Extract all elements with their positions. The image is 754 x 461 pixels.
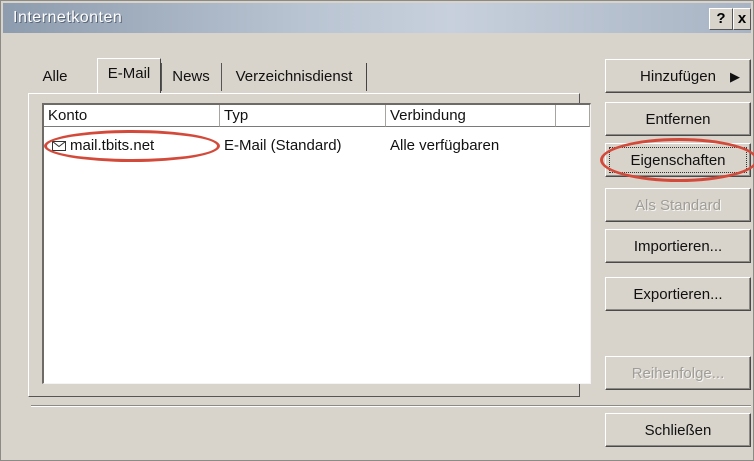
submenu-arrow-icon: ▶ — [730, 69, 740, 84]
set-default-button[interactable]: Als Standard — [605, 188, 751, 222]
internet-accounts-dialog: Internetkonten ? x Alle E-Mail News Verz… — [0, 0, 754, 461]
import-button[interactable]: Importieren... — [605, 229, 751, 263]
column-header-filler — [556, 105, 590, 127]
mail-account-icon — [52, 141, 66, 151]
tab-email[interactable]: E-Mail — [97, 58, 161, 93]
tab-verzeichnisdienst[interactable]: Verzeichnisdienst — [221, 63, 367, 91]
column-header-verbindung[interactable]: Verbindung — [386, 105, 556, 127]
account-type: E-Mail (Standard) — [224, 137, 342, 154]
window-title: Internetkonten — [13, 9, 123, 26]
column-header-konto[interactable]: Konto — [44, 105, 220, 127]
title-bar[interactable]: Internetkonten ? x — [3, 3, 751, 33]
tab-news[interactable]: News — [161, 63, 220, 91]
close-button[interactable]: Schließen — [605, 413, 751, 447]
account-connection: Alle verfügbaren — [390, 137, 500, 154]
add-button-label: Hinzufügen — [640, 68, 716, 85]
column-header-typ[interactable]: Typ — [220, 105, 386, 127]
close-window-button[interactable]: x — [733, 8, 751, 30]
order-button[interactable]: Reihenfolge... — [605, 356, 751, 390]
account-row[interactable]: mail.tbits.net E-Mail (Standard) Alle ve… — [44, 130, 590, 162]
properties-button[interactable]: Eigenschaften — [600, 138, 754, 182]
properties-button-label: Eigenschaften — [609, 147, 747, 173]
tab-alle[interactable]: Alle — [37, 63, 73, 91]
bottom-divider — [31, 405, 751, 407]
accounts-list[interactable]: Konto Typ Verbindung mail.tbits.net E-Ma… — [42, 103, 591, 384]
help-button[interactable]: ? — [709, 8, 733, 30]
remove-button[interactable]: Entfernen — [605, 102, 751, 136]
add-button[interactable]: Hinzufügen ▶ — [605, 59, 751, 93]
account-name: mail.tbits.net — [70, 137, 155, 154]
list-header: Konto Typ Verbindung — [44, 105, 590, 129]
export-button[interactable]: Exportieren... — [605, 277, 751, 311]
